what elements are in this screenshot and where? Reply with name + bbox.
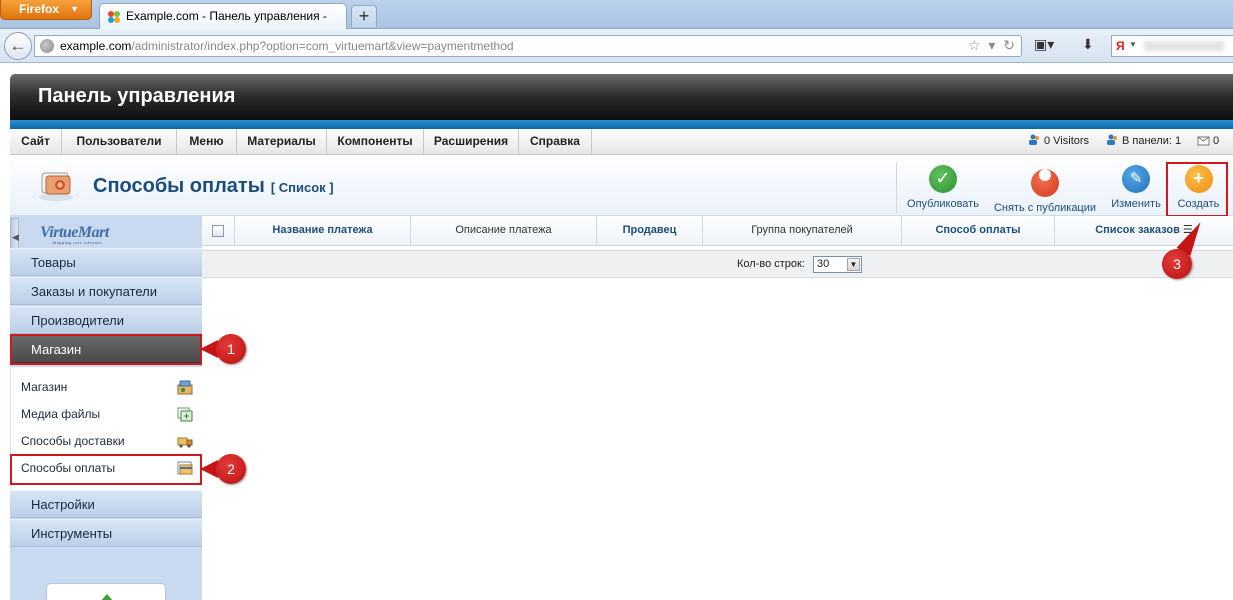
messages-status[interactable]: 0 xyxy=(1197,129,1219,155)
joomla-favicon-icon xyxy=(108,11,120,23)
toolbar-separator xyxy=(896,163,897,213)
menu-item-help[interactable]: Справка xyxy=(519,129,592,155)
chevron-left-icon: ◀ xyxy=(12,232,19,242)
home-button[interactable] xyxy=(46,583,166,600)
bookmarks-icon[interactable]: ▣▾ xyxy=(1034,36,1054,56)
new-tab-button[interactable]: + xyxy=(351,5,377,27)
edit-label: Изменить xyxy=(1111,198,1161,210)
payment-methods-icon xyxy=(39,172,73,201)
admins-status: В панели: 1 xyxy=(1106,129,1181,155)
admins-icon xyxy=(1107,134,1117,145)
select-all-checkbox[interactable] xyxy=(212,225,224,237)
chevron-down-icon: ▼ xyxy=(1129,40,1137,49)
sidebar-item-manufacturers[interactable]: Производители xyxy=(10,306,202,334)
admin-menu-bar: Сайт Пользователи Меню Материалы Компоне… xyxy=(10,129,1233,155)
browser-tab[interactable]: Example.com - Панель управления - xyxy=(99,3,347,29)
address-bar[interactable]: example.com/administrator/index.php?opti… xyxy=(34,35,1022,57)
mail-icon xyxy=(1197,136,1210,146)
column-payment-method[interactable]: Способ оплаты xyxy=(902,216,1055,246)
search-input[interactable]: Я ▼ xyxy=(1111,35,1233,57)
checkmark-icon: ✓ xyxy=(929,165,957,193)
column-payment-description: Описание платежа xyxy=(411,216,597,246)
users-icon xyxy=(1029,134,1039,145)
back-arrow-icon[interactable]: ← xyxy=(4,32,32,60)
admin-header: Панель управления xyxy=(10,74,1233,120)
unpublish-circle-icon xyxy=(1031,169,1059,197)
globe-icon xyxy=(40,39,54,53)
pencil-icon: ✎ xyxy=(1122,165,1150,193)
sidebar-item-orders[interactable]: Заказы и покупатели xyxy=(10,277,202,305)
pagination-bar: Кол-во строк: 30 ▼ xyxy=(202,250,1233,278)
submenu-item-label: Способы доставки xyxy=(21,434,125,448)
messages-count: 0 xyxy=(1213,135,1220,147)
unpublish-button[interactable]: Снять с публикации xyxy=(993,161,1097,214)
payment-highlight-box xyxy=(10,454,202,485)
column-payment-name[interactable]: Название платежа xyxy=(235,216,411,246)
submenu-item-label: Магазин xyxy=(21,380,68,394)
page-toolbar: Способы оплаты[ Список ] ✓ Опубликовать … xyxy=(10,155,1233,216)
submenu-item-shipping[interactable]: Способы доставки xyxy=(10,428,200,454)
header-divider xyxy=(10,120,1233,129)
menu-item-components[interactable]: Компоненты xyxy=(327,129,424,155)
submenu-item-shop[interactable]: Магазин xyxy=(10,374,200,400)
virtuemart-logo: VirtueMart shopping cart software xyxy=(40,224,109,245)
visitors-count: 0 Visitors xyxy=(1044,135,1090,147)
rows-per-page-label: Кол-во строк: xyxy=(737,258,805,270)
shop-icon xyxy=(177,380,193,395)
column-order-list[interactable]: Список заказов ☰ xyxy=(1055,216,1233,246)
column-vendor[interactable]: Продавец xyxy=(597,216,703,246)
rows-per-page-select[interactable]: 30 ▼ xyxy=(813,256,862,273)
blurred-search-text xyxy=(1144,41,1224,51)
firefox-menu-button[interactable]: Firefox ▼ xyxy=(0,0,92,20)
submenu-item-label: Медиа файлы xyxy=(21,407,101,421)
submenu-item-media[interactable]: Медиа файлы xyxy=(10,401,200,427)
sidebar-item-tools[interactable]: Инструменты xyxy=(10,519,202,547)
media-files-icon xyxy=(177,407,193,422)
column-shopper-group: Группа покупателей xyxy=(703,216,902,246)
callout-badge-3: 3 xyxy=(1162,249,1192,279)
publish-button[interactable]: ✓ Опубликовать xyxy=(903,161,983,213)
select-all-cell xyxy=(202,216,235,246)
home-arrow-icon xyxy=(100,594,114,600)
menu-item-content[interactable]: Материалы xyxy=(237,129,327,155)
sidebar-item-products[interactable]: Товары xyxy=(10,248,202,276)
rows-per-page-value: 30 xyxy=(817,258,830,270)
publish-label: Опубликовать xyxy=(907,198,979,210)
url-text: example.com/administrator/index.php?opti… xyxy=(60,39,514,53)
bookmark-star-icon[interactable]: ☆ ▾ ↻ xyxy=(968,37,1017,54)
page-title: Способы оплаты [ Список ] xyxy=(93,175,334,198)
firefox-label: Firefox xyxy=(19,2,60,16)
chevron-down-icon: ▼ xyxy=(70,4,79,14)
menu-item-extensions[interactable]: Расширения xyxy=(424,129,519,155)
unpublish-label: Снять с публикации xyxy=(993,202,1097,214)
browser-nav-bar: ← example.com/administrator/index.php?op… xyxy=(0,29,1233,63)
page-subtitle: [ Список ] xyxy=(270,180,334,195)
tab-title: Example.com - Панель управления - xyxy=(126,9,327,23)
admins-count: В панели: 1 xyxy=(1122,135,1182,147)
sidebar-item-settings[interactable]: Настройки xyxy=(10,490,202,518)
column-order-list-label: Список заказов xyxy=(1095,224,1180,236)
menu-item-users[interactable]: Пользователи xyxy=(62,129,177,155)
callout-badge-1: 1 xyxy=(216,334,246,364)
url-host: example.com xyxy=(60,39,132,53)
virtuemart-tagline: shopping cart software xyxy=(52,240,103,245)
yandex-icon: Я xyxy=(1116,39,1125,53)
visitors-status: 0 Visitors xyxy=(1028,129,1089,155)
callout-badge-2: 2 xyxy=(216,454,246,484)
url-path: /administrator/index.php?option=com_virt… xyxy=(131,39,514,53)
shop-highlight-box xyxy=(10,334,202,365)
page-title-text: Способы оплаты xyxy=(93,175,265,197)
menu-item-site[interactable]: Сайт xyxy=(10,129,62,155)
download-arrow-icon[interactable]: ⬇ xyxy=(1082,36,1094,56)
edit-button[interactable]: ✎ Изменить xyxy=(1107,161,1165,213)
admin-title: Панель управления xyxy=(38,85,236,107)
virtuemart-logo-text: VirtueMart xyxy=(40,224,109,241)
menu-item-menus[interactable]: Меню xyxy=(177,129,237,155)
create-highlight-box xyxy=(1166,162,1228,217)
payment-table-header: Название платежа Описание платежа Продав… xyxy=(202,216,1233,246)
truck-icon xyxy=(177,437,193,448)
browser-tab-bar: Firefox ▼ Example.com - Панель управлени… xyxy=(0,0,1233,29)
chevron-down-icon: ▼ xyxy=(847,258,860,271)
